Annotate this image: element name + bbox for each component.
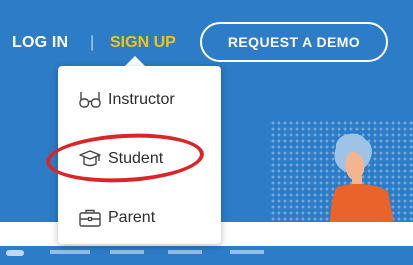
login-link[interactable]: LOG IN [12, 34, 68, 52]
bottom-strip [50, 250, 90, 254]
menu-item-label: Instructor [108, 91, 175, 108]
request-demo-button[interactable]: REQUEST A DEMO [200, 22, 388, 62]
glasses-icon [79, 92, 101, 108]
menu-item-label: Parent [108, 209, 156, 226]
briefcase-icon [79, 209, 101, 227]
dropdown-caret [125, 56, 145, 66]
menu-item-parent[interactable]: Parent [58, 198, 221, 238]
bottom-strip [230, 250, 264, 254]
bottom-strip [168, 250, 202, 254]
menu-item-instructor[interactable]: Instructor [58, 80, 221, 120]
bottom-strip [110, 250, 144, 254]
nav-separator: | [90, 34, 95, 51]
content-band-lower [0, 246, 413, 265]
signup-link[interactable]: SIGN UP [110, 34, 176, 52]
bottom-indicator [6, 250, 24, 256]
